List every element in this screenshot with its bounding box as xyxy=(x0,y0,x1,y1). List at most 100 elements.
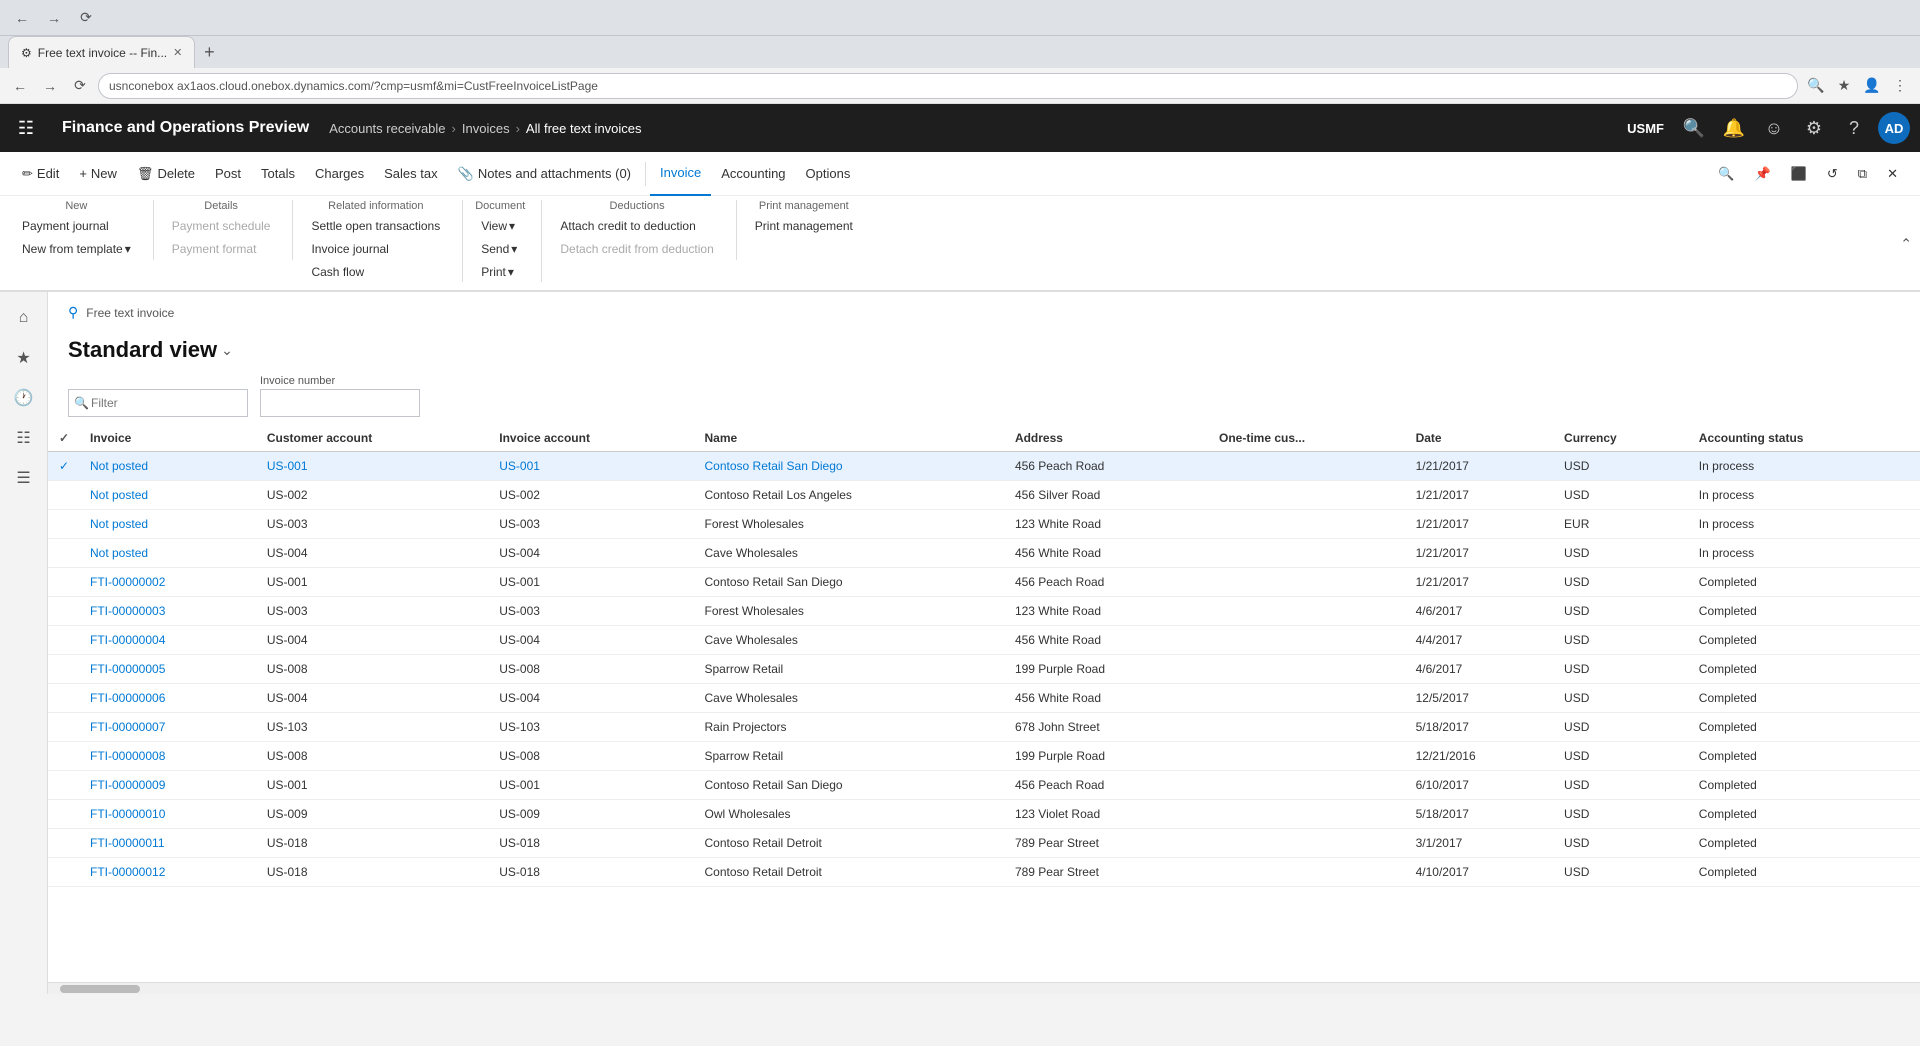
invoice-tab-btn[interactable]: Invoice xyxy=(650,152,711,196)
new-tab-btn[interactable]: + xyxy=(195,38,223,66)
col-invoice[interactable]: Invoice xyxy=(80,425,257,452)
cell-invoice[interactable]: FTI-00000006 xyxy=(80,684,257,713)
charges-btn[interactable]: Charges xyxy=(305,152,374,196)
cell-invoice[interactable]: FTI-00000005 xyxy=(80,655,257,684)
invoice-link[interactable]: Not posted xyxy=(90,517,148,531)
toolbar-search-btn[interactable]: 🔍 xyxy=(1708,152,1744,196)
reload-btn[interactable]: ⟳ xyxy=(72,4,100,32)
settings-icon-btn[interactable]: ⚙ xyxy=(1798,112,1830,144)
payment-journal-btn[interactable]: Payment journal xyxy=(16,216,137,237)
post-btn[interactable]: Post xyxy=(205,152,251,196)
invoice-link[interactable]: FTI-00000006 xyxy=(90,691,165,705)
invoice-link[interactable]: FTI-00000009 xyxy=(90,778,165,792)
cell-invoice[interactable]: Not posted xyxy=(80,481,257,510)
col-accounting-status[interactable]: Accounting status xyxy=(1689,425,1920,452)
breadcrumb-item-1[interactable]: Accounts receivable xyxy=(329,121,445,136)
col-one-time[interactable]: One-time cus... xyxy=(1209,425,1406,452)
invoice-link[interactable]: FTI-00000002 xyxy=(90,575,165,589)
table-row[interactable]: Not postedUS-004US-004Cave Wholesales456… xyxy=(48,539,1920,568)
cell-invoice[interactable]: FTI-00000007 xyxy=(80,713,257,742)
new-from-template-btn[interactable]: New from template ▾ xyxy=(16,239,137,260)
table-row[interactable]: FTI-00000005US-008US-008Sparrow Retail19… xyxy=(48,655,1920,684)
customer-account-link[interactable]: US-001 xyxy=(267,459,308,473)
collapse-ribbon-btn[interactable]: ⌃ xyxy=(1900,235,1912,252)
user-avatar[interactable]: AD xyxy=(1878,112,1910,144)
table-row[interactable]: FTI-00000006US-004US-004Cave Wholesales4… xyxy=(48,684,1920,713)
cell-invoice[interactable]: Not posted xyxy=(80,510,257,539)
cash-flow-btn[interactable]: Cash flow xyxy=(305,262,446,283)
col-customer-account[interactable]: Customer account xyxy=(257,425,489,452)
invoice-link[interactable]: FTI-00000008 xyxy=(90,749,165,763)
print-btn[interactable]: Print ▾ xyxy=(475,262,523,283)
table-row[interactable]: Not postedUS-002US-002Contoso Retail Los… xyxy=(48,481,1920,510)
invoice-link[interactable]: FTI-00000003 xyxy=(90,604,165,618)
detach-credit-btn[interactable]: Detach credit from deduction xyxy=(554,239,719,260)
cell-invoice[interactable]: FTI-00000003 xyxy=(80,597,257,626)
table-row[interactable]: Not postedUS-003US-003Forest Wholesales1… xyxy=(48,510,1920,539)
col-currency[interactable]: Currency xyxy=(1554,425,1689,452)
table-row[interactable]: FTI-00000009US-001US-001Contoso Retail S… xyxy=(48,771,1920,800)
col-invoice-account[interactable]: Invoice account xyxy=(489,425,694,452)
cell-invoice[interactable]: FTI-00000004 xyxy=(80,626,257,655)
cell-invoice[interactable]: FTI-00000010 xyxy=(80,800,257,829)
invoice-link[interactable]: Not posted xyxy=(90,546,148,560)
waffle-btn[interactable]: ☷ xyxy=(10,112,42,144)
back-btn[interactable]: ← xyxy=(8,4,36,32)
browser-star-icon[interactable]: ★ xyxy=(1832,74,1856,98)
invoice-link[interactable]: FTI-00000007 xyxy=(90,720,165,734)
notifications-icon-btn[interactable]: 🔔 xyxy=(1718,112,1750,144)
accounting-tab-btn[interactable]: Accounting xyxy=(711,152,795,196)
cell-invoice[interactable]: FTI-00000002 xyxy=(80,568,257,597)
view-btn[interactable]: View ▾ xyxy=(475,216,523,237)
col-name[interactable]: Name xyxy=(695,425,1005,452)
table-row[interactable]: FTI-00000007US-103US-103Rain Projectors6… xyxy=(48,713,1920,742)
table-row[interactable]: FTI-00000012US-018US-018Contoso Retail D… xyxy=(48,858,1920,887)
breadcrumb-item-2[interactable]: Invoices xyxy=(462,121,510,136)
search-icon-btn[interactable]: 🔍 xyxy=(1678,112,1710,144)
invoice-link[interactable]: FTI-00000010 xyxy=(90,807,165,821)
browser-reload-icon[interactable]: ⟳ xyxy=(68,74,92,98)
clock-nav-btn[interactable]: 🕐 xyxy=(6,380,42,416)
invoice-link[interactable]: FTI-00000004 xyxy=(90,633,165,647)
list-nav-btn[interactable]: ☰ xyxy=(6,460,42,496)
browser-tab[interactable]: ⚙ Free text invoice -- Fin... ✕ xyxy=(8,36,195,68)
print-management-btn[interactable]: Print management xyxy=(749,216,859,237)
invoice-link[interactable]: FTI-00000011 xyxy=(90,836,165,850)
edit-btn[interactable]: ✏ Edit xyxy=(12,152,69,196)
invoice-link[interactable]: FTI-00000012 xyxy=(90,865,165,879)
table-row[interactable]: FTI-00000002US-001US-001Contoso Retail S… xyxy=(48,568,1920,597)
cell-invoice[interactable]: FTI-00000008 xyxy=(80,742,257,771)
table-row[interactable]: FTI-00000011US-018US-018Contoso Retail D… xyxy=(48,829,1920,858)
invoice-journal-btn[interactable]: Invoice journal xyxy=(305,239,446,260)
select-all-checkbox[interactable]: ✓ xyxy=(59,431,69,445)
close-btn[interactable]: ✕ xyxy=(1877,152,1908,196)
feedback-icon-btn[interactable]: ☺ xyxy=(1758,112,1790,144)
help-icon-btn[interactable]: ? xyxy=(1838,112,1870,144)
home-nav-btn[interactable]: ⌂ xyxy=(6,300,42,336)
totals-btn[interactable]: Totals xyxy=(251,152,305,196)
refresh-btn[interactable]: ↺ xyxy=(1817,152,1848,196)
cell-invoice[interactable]: Not posted xyxy=(80,539,257,568)
col-date[interactable]: Date xyxy=(1406,425,1554,452)
cell-invoice[interactable]: FTI-00000011 xyxy=(80,829,257,858)
attach-credit-btn[interactable]: Attach credit to deduction xyxy=(554,216,719,237)
browser-search-icon[interactable]: 🔍 xyxy=(1804,74,1828,98)
options-tab-btn[interactable]: Options xyxy=(796,152,861,196)
col-address[interactable]: Address xyxy=(1005,425,1209,452)
name-link[interactable]: Contoso Retail San Diego xyxy=(705,459,843,473)
browser-menu-icon[interactable]: ⋮ xyxy=(1888,74,1912,98)
row-checkbox[interactable]: ✓ xyxy=(59,459,69,473)
notes-btn[interactable]: 📎 Notes and attachments (0) xyxy=(448,152,641,196)
tab-close-btn[interactable]: ✕ xyxy=(173,46,182,59)
table-row[interactable]: ✓Not postedUS-001US-001Contoso Retail Sa… xyxy=(48,452,1920,481)
grid-nav-btn[interactable]: ☷ xyxy=(6,420,42,456)
star-nav-btn[interactable]: ★ xyxy=(6,340,42,376)
browser-forward-icon[interactable]: → xyxy=(38,74,62,98)
cell-invoice[interactable]: Not posted xyxy=(80,452,257,481)
invoice-link[interactable]: FTI-00000005 xyxy=(90,662,165,676)
pin-btn[interactable]: 📌 xyxy=(1745,152,1781,196)
invoice-table-container[interactable]: ✓ Invoice Customer account Invoice accou… xyxy=(48,425,1920,982)
payment-schedule-btn[interactable]: Payment schedule xyxy=(166,216,277,237)
filter-input[interactable] xyxy=(68,389,248,417)
delete-btn[interactable]: 🗑 Delete xyxy=(127,152,205,196)
